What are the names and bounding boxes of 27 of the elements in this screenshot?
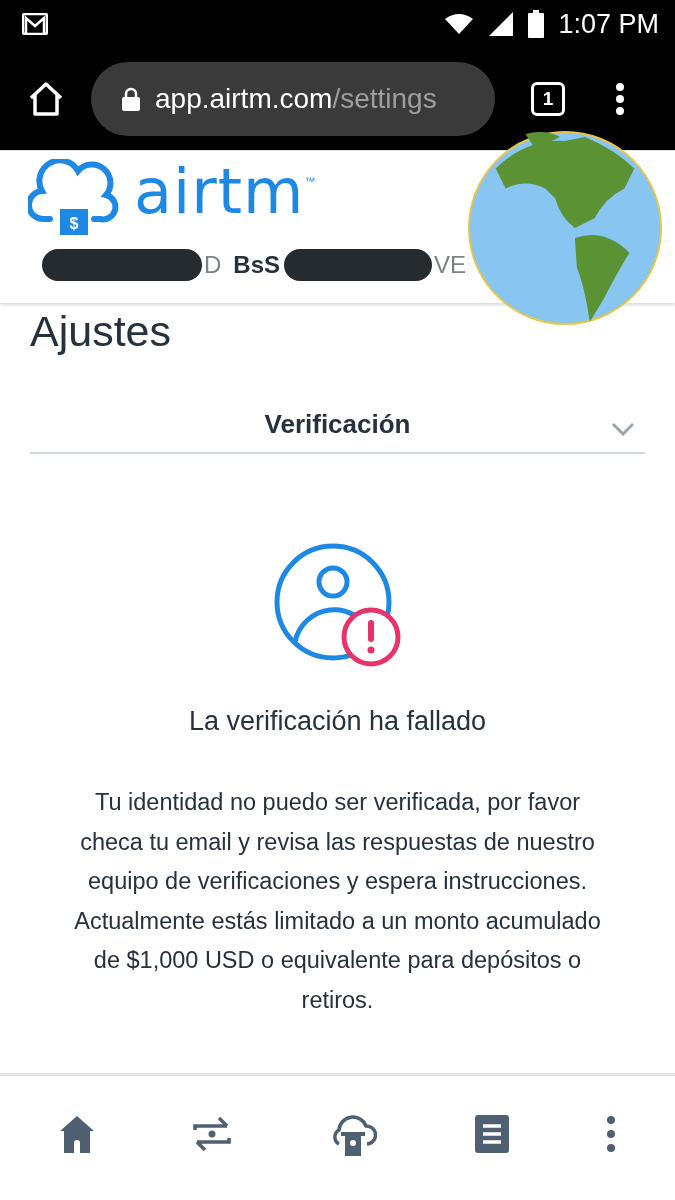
more-icon[interactable] bbox=[606, 1116, 617, 1152]
status-message: Tu identidad no puedo ser verificada, por favor checa tu email y revisa las respuestas de nuestro equipo de verificaciones y espera instrucciones. Actualmente estás limitado a un monto acumulado de $1,000 USD o equivalente para depósitos o retiros. bbox=[73, 788, 602, 1015]
status-title: La verificación ha fallado bbox=[188, 706, 487, 737]
page-title: Ajustes bbox=[30, 307, 172, 356]
balance-text: VE bbox=[434, 251, 467, 279]
logo-text: airtm bbox=[134, 161, 305, 223]
mail-icon bbox=[22, 13, 48, 35]
battery-icon bbox=[528, 10, 545, 38]
more-icon[interactable] bbox=[615, 82, 625, 116]
trademark: ™ bbox=[304, 175, 316, 187]
chevron-down-icon bbox=[611, 422, 635, 436]
exchange-icon[interactable] bbox=[192, 1114, 233, 1154]
lock-icon bbox=[121, 86, 141, 112]
wifi-icon bbox=[444, 13, 475, 35]
address-bar[interactable]: app.airtm.com/settings bbox=[91, 62, 495, 136]
url-text: app.airtm.com/settings bbox=[155, 83, 437, 115]
home-icon[interactable] bbox=[28, 82, 64, 116]
document-icon[interactable] bbox=[474, 1115, 509, 1153]
user-alert-icon bbox=[272, 542, 403, 668]
globe-icon bbox=[466, 129, 664, 327]
signal-icon bbox=[488, 11, 515, 37]
section-dropdown[interactable]: Verificación bbox=[30, 396, 645, 454]
balance-text: BsS bbox=[233, 251, 281, 279]
balance-text: D bbox=[204, 251, 222, 279]
tab-switcher-button[interactable]: 1 bbox=[531, 82, 565, 116]
clock: 1:07 PM bbox=[558, 8, 659, 40]
home-icon[interactable] bbox=[58, 1115, 95, 1153]
